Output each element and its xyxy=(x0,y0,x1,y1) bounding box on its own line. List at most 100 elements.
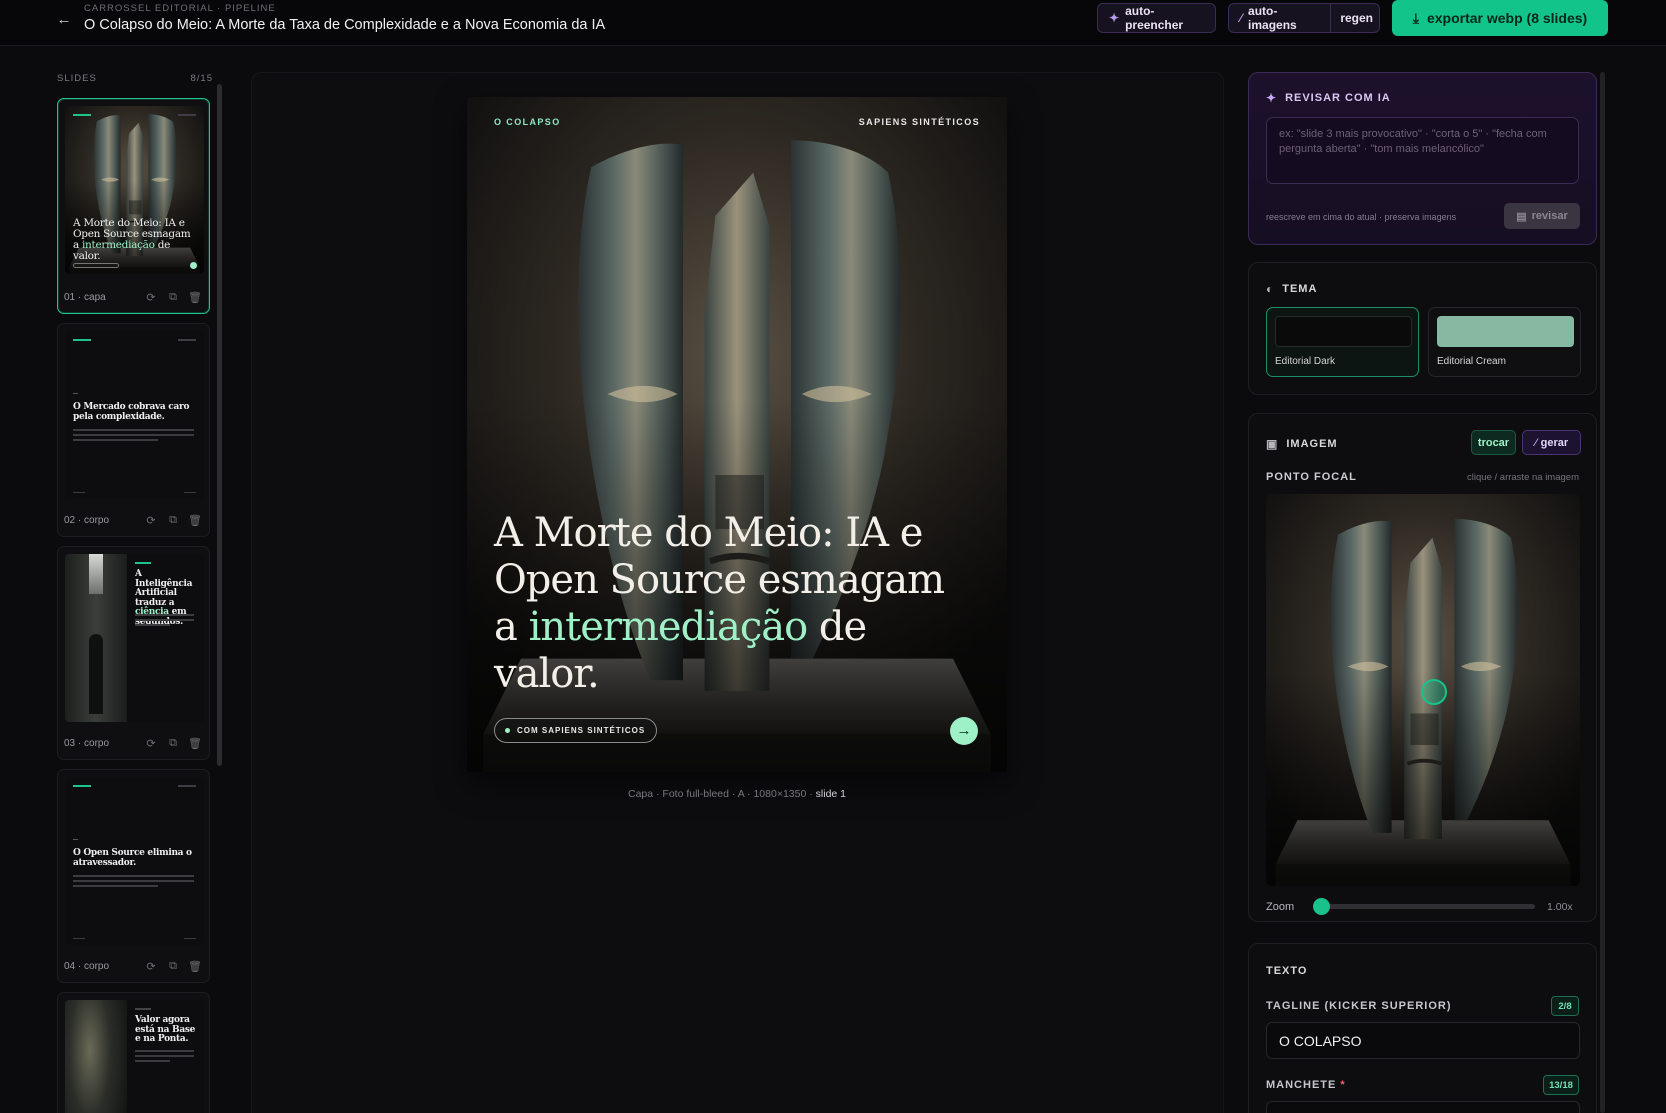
theme-name: Editorial Dark xyxy=(1275,356,1336,367)
download-icon: ⤓ xyxy=(1412,9,1419,26)
back-arrow-icon[interactable]: ← xyxy=(54,10,74,30)
headline-count-badge: 13/18 xyxy=(1543,1075,1579,1095)
theme-swatch xyxy=(1275,316,1412,347)
slide-label: 02 · corpo xyxy=(64,514,110,526)
slide-thumb-footer: 04 · corpo ⟳ ⧉ 🗑 xyxy=(64,957,203,975)
zoom-slider-track[interactable] xyxy=(1323,904,1535,909)
corridor-light xyxy=(89,554,103,594)
headline-input[interactable] xyxy=(1266,1101,1580,1113)
slides-scrollbar[interactable] xyxy=(217,84,222,766)
slide-preview-body xyxy=(73,875,194,890)
slide-preview-kicker xyxy=(135,1008,151,1010)
slide-signature-pill: COM SAPIENS SINTÉTICOS xyxy=(494,718,658,743)
refresh-icon[interactable]: ⟳ xyxy=(143,291,159,304)
focal-point-hint: clique / arraste na imagem xyxy=(1467,472,1579,483)
slide-preview-footer xyxy=(73,938,196,939)
focal-point-handle[interactable] xyxy=(1421,679,1447,705)
slide-headline: A Morte do Meio: IA e Open Source esmaga… xyxy=(494,510,974,698)
slide-thumb-03[interactable]: A Inteligência Artificial traduz a ciênc… xyxy=(57,546,210,760)
swap-image-button[interactable]: trocar xyxy=(1471,430,1516,455)
copy-icon[interactable]: ⧉ xyxy=(165,737,181,750)
text-title: TEXTO xyxy=(1266,965,1308,977)
message-icon: ▤ xyxy=(1516,210,1527,223)
theme-option-editorial-dark[interactable]: Editorial Dark xyxy=(1266,307,1419,377)
auto-images-button[interactable]: auto-imagens xyxy=(1248,4,1321,32)
breadcrumb: CARROSSEL EDITORIAL · PIPELINE xyxy=(84,3,276,14)
copy-icon[interactable]: ⧉ xyxy=(165,514,181,527)
slide-preview-title: O Open Source elimina o atravessador. xyxy=(73,848,192,868)
slide-preview: O Open Source elimina o atravessador. xyxy=(65,777,204,945)
zoom-label: Zoom xyxy=(1266,901,1295,913)
ai-hint: reescreve em cima do atual · preserva im… xyxy=(1266,212,1457,222)
slide-preview: O Mercado cobrava caro pela complexidade… xyxy=(65,331,204,499)
slides-count: 8/15 xyxy=(190,73,213,84)
text-panel: TEXTO TAGLINE (KICKER SUPERIOR) 2/8 O CO… xyxy=(1248,943,1597,1113)
slide-label: 04 · corpo xyxy=(64,960,110,972)
slide-caption: Capa · Foto full-bleed · A · 1080×1350 ·… xyxy=(467,788,1007,800)
slide-preview-header xyxy=(73,114,196,118)
slide-preview-title: O Mercado cobrava caro pela complexidade… xyxy=(73,402,190,422)
zoom-slider-thumb[interactable] xyxy=(1313,898,1330,915)
refresh-icon[interactable]: ⟳ xyxy=(143,737,159,750)
slide-preview: A Morte do Meio: IA e Open Source esmaga… xyxy=(65,106,204,274)
headline-label: MANCHETE * xyxy=(1266,1079,1346,1091)
focal-point-label: PONTO FOCAL xyxy=(1266,471,1357,483)
revise-button[interactable]: ▤ revisar xyxy=(1504,203,1580,229)
trash-icon[interactable]: 🗑 xyxy=(187,960,203,973)
app-root: ← CARROSSEL EDITORIAL · PIPELINE O Colap… xyxy=(0,0,1666,1113)
slide-preview-footer xyxy=(73,492,196,493)
sparkles-icon: ✦ xyxy=(1109,11,1120,25)
slide-thumb-02[interactable]: O Mercado cobrava caro pela complexidade… xyxy=(57,323,210,537)
theme-title: TEMA xyxy=(1282,283,1318,295)
wand-icon: ⁄ xyxy=(1534,436,1537,449)
inspector-scrollbar[interactable] xyxy=(1600,72,1605,1113)
sparkles-icon: ✦ xyxy=(1266,91,1278,105)
copy-icon[interactable]: ⧉ xyxy=(165,960,181,973)
required-asterisk: * xyxy=(1340,1079,1346,1091)
slide-thumb-01[interactable]: A Morte do Meio: IA e Open Source esmaga… xyxy=(57,98,210,314)
theme-header: ◐ TEMA xyxy=(1266,282,1317,296)
refresh-icon[interactable]: ⟳ xyxy=(143,960,159,973)
slide-thumb-05[interactable]: Valor agora está na Base e na Ponta. xyxy=(57,992,210,1113)
image-icon: ▣ xyxy=(1266,437,1279,451)
tagline-count-badge: 2/8 xyxy=(1551,996,1579,1016)
theme-option-editorial-cream[interactable]: Editorial Cream xyxy=(1428,307,1581,377)
slide-card-preview[interactable]: O COLAPSO SAPIENS SINTÉTICOS A Morte do … xyxy=(467,97,1007,772)
pill-dot xyxy=(505,728,510,733)
trash-icon[interactable]: 🗑 xyxy=(187,514,203,527)
tagline-input[interactable]: O COLAPSO xyxy=(1266,1022,1580,1059)
auto-fill-button[interactable]: ✦ auto-preencher xyxy=(1097,3,1216,33)
trash-icon[interactable]: 🗑 xyxy=(187,291,203,304)
slide-tagline: O COLAPSO xyxy=(494,117,561,127)
slide-brand: SAPIENS SINTÉTICOS xyxy=(858,117,980,127)
divider xyxy=(1330,3,1332,33)
slide-preview-next xyxy=(190,262,197,269)
slide-preview-pill xyxy=(73,263,119,268)
theme-panel: ◐ TEMA Editorial Dark Editorial Cream xyxy=(1248,262,1597,395)
focal-point-image[interactable] xyxy=(1266,494,1580,886)
refresh-icon[interactable]: ⟳ xyxy=(143,514,159,527)
generate-image-button[interactable]: ⁄ gerar xyxy=(1522,430,1581,455)
ai-review-title: REVISAR COM IA xyxy=(1285,92,1391,104)
slide-preview-divider xyxy=(73,839,78,840)
theme-name: Editorial Cream xyxy=(1437,356,1506,367)
trash-icon[interactable]: 🗑 xyxy=(187,737,203,750)
regen-button[interactable]: regen xyxy=(1340,11,1373,25)
tagline-label: TAGLINE (KICKER SUPERIOR) xyxy=(1266,1000,1452,1012)
image-title: IMAGEM xyxy=(1286,438,1338,450)
slide-label: 01 · capa xyxy=(64,291,106,303)
top-bar: ← CARROSSEL EDITORIAL · PIPELINE O Colap… xyxy=(0,0,1666,46)
slide-thumb-04[interactable]: O Open Source elimina o atravessador. 04… xyxy=(57,769,210,983)
slide-preview-body xyxy=(135,614,194,629)
image-header: ▣ IMAGEM xyxy=(1266,437,1338,451)
slide-preview: Valor agora está na Base e na Ponta. xyxy=(65,1000,204,1113)
slide-thumb-footer: 02 · corpo ⟳ ⧉ 🗑 xyxy=(64,511,203,529)
slides-header: SLIDES 8/15 xyxy=(57,73,213,84)
copy-icon[interactable]: ⧉ xyxy=(165,291,181,304)
corridor-image xyxy=(65,554,127,722)
slide-preview-body xyxy=(73,429,194,444)
export-webp-button[interactable]: ⤓ exportar webp (8 slides) xyxy=(1392,0,1608,36)
generate-label: gerar xyxy=(1540,436,1569,449)
crowd-image xyxy=(65,1000,127,1113)
ai-prompt-input[interactable]: ex: "slide 3 mais provocativo" · "corta … xyxy=(1266,117,1579,184)
